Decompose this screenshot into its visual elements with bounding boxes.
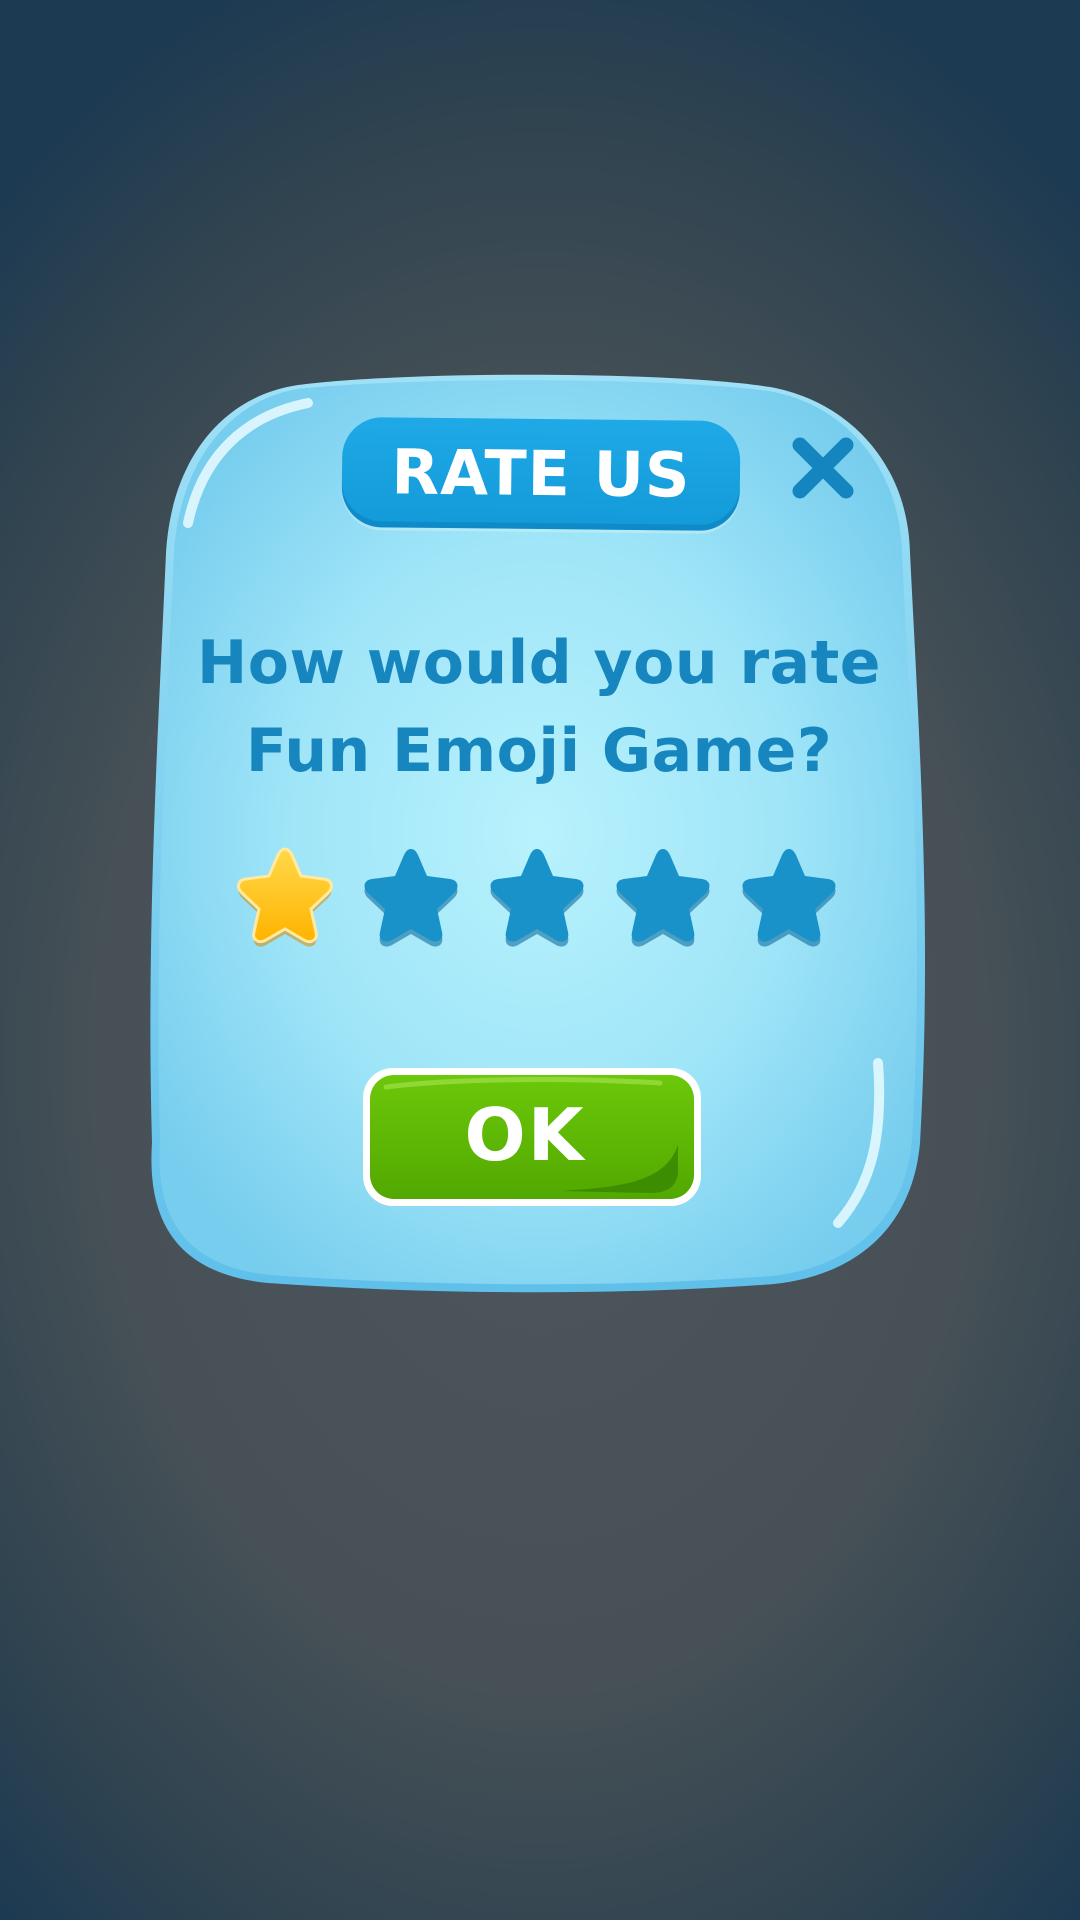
question-line-2: Fun Emoji Game? [245,716,833,786]
close-icon [792,437,854,499]
rate-us-dialog: RATE US How would you rate Fun Emoji Gam… [148,373,930,1298]
star-filled[interactable] [232,843,338,949]
star-icon [616,849,710,947]
star-empty[interactable] [736,843,842,949]
star-empty[interactable] [484,843,590,949]
ok-button[interactable]: OK [360,1065,708,1211]
rating-question: How would you rate Fun Emoji Game? [188,619,890,795]
star-empty[interactable] [358,843,464,949]
title-banner: RATE US [341,416,741,532]
ok-label: OK [464,1093,586,1177]
dialog-title: RATE US [391,435,691,512]
star-icon [237,847,333,947]
star-icon [742,849,836,947]
star-icon [490,849,584,947]
question-line-1: How would you rate [197,628,881,698]
game-screen: RATE US How would you rate Fun Emoji Gam… [0,0,1080,1920]
close-button[interactable] [788,433,858,503]
star-icon [364,849,458,947]
star-rating [232,843,862,953]
star-empty[interactable] [610,843,716,949]
